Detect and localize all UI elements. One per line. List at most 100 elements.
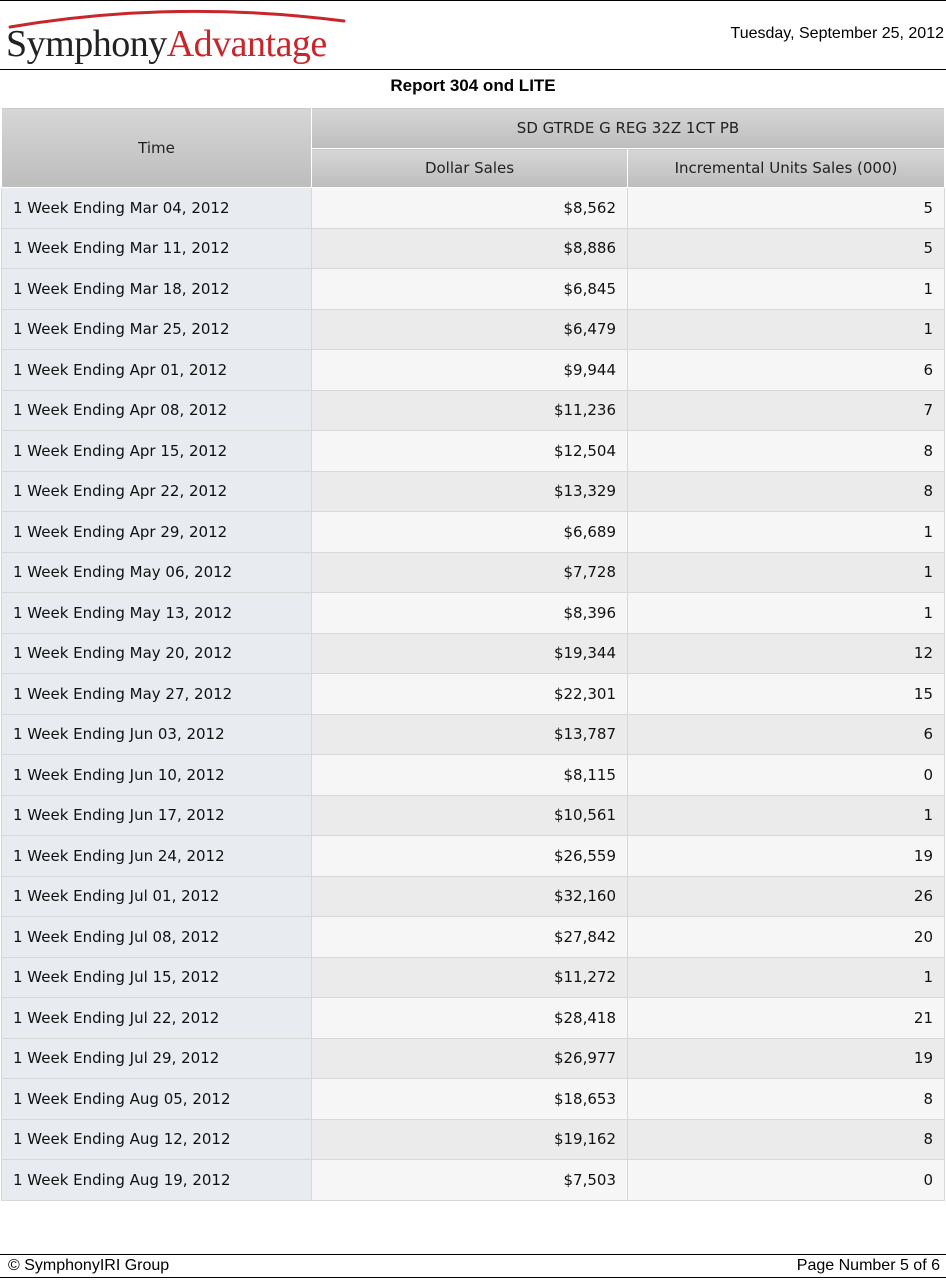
table-row: 1 Week Ending Jun 03, 2012 $13,787 6	[1, 713, 946, 755]
incremental-units-cell: 6	[626, 713, 946, 755]
logo-text-part2: Advantage	[166, 23, 328, 65]
table-row: 1 Week Ending Mar 18, 2012 $6,845 1	[1, 268, 946, 310]
incremental-units-cell: 26	[626, 875, 946, 917]
incremental-units-cell: 8	[626, 1118, 946, 1160]
time-cell: 1 Week Ending May 20, 2012	[1, 632, 312, 674]
table-row: 1 Week Ending Apr 29, 2012 $6,689 1	[1, 511, 946, 553]
table-row: 1 Week Ending Apr 08, 2012 $11,236 7	[1, 389, 946, 431]
dollar-sales-cell: $8,562	[311, 187, 628, 229]
table-row: 1 Week Ending Jul 29, 2012 $26,977 19	[1, 1037, 946, 1079]
dollar-sales-cell: $19,344	[311, 632, 628, 674]
report-date: Tuesday, September 25, 2012	[730, 25, 944, 42]
dollar-sales-cell: $6,479	[311, 308, 628, 350]
time-cell: 1 Week Ending Apr 22, 2012	[1, 470, 312, 512]
incremental-units-cell: 1	[626, 268, 946, 310]
table-row: 1 Week Ending Jun 24, 2012 $26,559 19	[1, 835, 946, 877]
time-cell: 1 Week Ending May 06, 2012	[1, 551, 312, 593]
page-header: SymphonyAdvantage Tuesday, September 25,…	[0, 0, 946, 70]
incremental-units-cell: 19	[626, 1037, 946, 1079]
table-row: 1 Week Ending Aug 19, 2012 $7,503 0	[1, 1159, 946, 1201]
incremental-units-cell: 8	[626, 470, 946, 512]
dollar-sales-cell: $6,845	[311, 268, 628, 310]
dollar-sales-cell: $28,418	[311, 997, 628, 1039]
incremental-units-cell: 1	[626, 956, 946, 998]
dollar-sales-cell: $18,653	[311, 1078, 628, 1120]
time-cell: 1 Week Ending Jul 08, 2012	[1, 916, 312, 958]
incremental-units-cell: 1	[626, 308, 946, 350]
incremental-units-cell: 19	[626, 835, 946, 877]
table-row: 1 Week Ending Mar 11, 2012 $8,886 5	[1, 227, 946, 269]
table-row: 1 Week Ending Mar 25, 2012 $6,479 1	[1, 308, 946, 350]
product-header: SD GTRDE G REG 32Z 1CT PB	[310, 107, 946, 149]
dollar-sales-cell: $32,160	[311, 875, 628, 917]
incremental-units-cell: 0	[626, 754, 946, 796]
incremental-units-cell: 0	[626, 1159, 946, 1201]
dollar-sales-cell: $8,115	[311, 754, 628, 796]
time-cell: 1 Week Ending Apr 29, 2012	[1, 511, 312, 553]
incremental-units-cell: 1	[626, 511, 946, 553]
logo-wordmark: SymphonyAdvantage	[6, 25, 327, 63]
table-row: 1 Week Ending Jul 08, 2012 $27,842 20	[1, 916, 946, 958]
incremental-units-cell: 8	[626, 1078, 946, 1120]
dollar-sales-cell: $11,272	[311, 956, 628, 998]
time-cell: 1 Week Ending Jun 17, 2012	[1, 794, 312, 836]
report-title: Report 304 ond LITE	[390, 76, 556, 95]
time-cell: 1 Week Ending Apr 08, 2012	[1, 389, 312, 431]
dollar-sales-cell: $22,301	[311, 673, 628, 715]
dollar-sales-cell: $13,329	[311, 470, 628, 512]
time-cell: 1 Week Ending Apr 15, 2012	[1, 430, 312, 472]
time-cell: 1 Week Ending May 27, 2012	[1, 673, 312, 715]
incremental-units-header: Incremental Units Sales (000)	[626, 148, 946, 188]
incremental-units-cell: 1	[626, 551, 946, 593]
incremental-units-cell: 7	[626, 389, 946, 431]
time-cell: 1 Week Ending Mar 04, 2012	[1, 187, 312, 229]
table-row: 1 Week Ending Mar 04, 2012 $8,562 5	[1, 187, 946, 229]
incremental-units-cell: 8	[626, 430, 946, 472]
table-row: 1 Week Ending May 20, 2012 $19,344 12	[1, 632, 946, 674]
incremental-units-cell: 1	[626, 794, 946, 836]
table-row: 1 Week Ending May 27, 2012 $22,301 15	[1, 673, 946, 715]
time-cell: 1 Week Ending Jul 29, 2012	[1, 1037, 312, 1079]
dollar-sales-cell: $13,787	[311, 713, 628, 755]
table-row: 1 Week Ending May 06, 2012 $7,728 1	[1, 551, 946, 593]
table-row: 1 Week Ending Jul 22, 2012 $28,418 21	[1, 997, 946, 1039]
incremental-units-cell: 5	[626, 187, 946, 229]
dollar-sales-cell: $26,559	[311, 835, 628, 877]
copyright-text: © SymphonyIRI Group	[8, 1257, 170, 1274]
table-row: 1 Week Ending Apr 15, 2012 $12,504 8	[1, 430, 946, 472]
time-cell: 1 Week Ending Aug 19, 2012	[1, 1159, 312, 1201]
dollar-sales-cell: $7,728	[311, 551, 628, 593]
symphony-advantage-logo: SymphonyAdvantage	[4, 5, 349, 69]
table-row: 1 Week Ending May 13, 2012 $8,396 1	[1, 592, 946, 634]
incremental-units-cell: 6	[626, 349, 946, 391]
page-number: Page Number 5 of 6	[796, 1257, 940, 1274]
table-row: 1 Week Ending Jul 15, 2012 $11,272 1	[1, 956, 946, 998]
time-cell: 1 Week Ending Jun 24, 2012	[1, 835, 312, 877]
incremental-units-cell: 5	[626, 227, 946, 269]
dollar-sales-cell: $9,944	[311, 349, 628, 391]
dollar-sales-cell: $11,236	[311, 389, 628, 431]
dollar-sales-cell: $7,503	[311, 1159, 628, 1201]
table-row: 1 Week Ending Aug 12, 2012 $19,162 8	[1, 1118, 946, 1160]
table-body: 1 Week Ending Mar 04, 2012 $8,562 5 1 Week …	[1, 187, 946, 1201]
table-row: 1 Week Ending Apr 01, 2012 $9,944 6	[1, 349, 946, 391]
time-cell: 1 Week Ending Jul 22, 2012	[1, 997, 312, 1039]
time-column-header: Time	[1, 107, 312, 188]
dollar-sales-cell: $10,561	[311, 794, 628, 836]
time-cell: 1 Week Ending Jun 10, 2012	[1, 754, 312, 796]
time-cell: 1 Week Ending Mar 18, 2012	[1, 268, 312, 310]
incremental-units-cell: 12	[626, 632, 946, 674]
page-footer: © SymphonyIRI Group Page Number 5 of 6	[0, 1254, 946, 1278]
dollar-sales-cell: $8,396	[311, 592, 628, 634]
table-row: 1 Week Ending Aug 05, 2012 $18,653 8	[1, 1078, 946, 1120]
table-row: 1 Week Ending Jul 01, 2012 $32,160 26	[1, 875, 946, 917]
dollar-sales-cell: $12,504	[311, 430, 628, 472]
dollar-sales-cell: $27,842	[311, 916, 628, 958]
table-row: 1 Week Ending Jun 10, 2012 $8,115 0	[1, 754, 946, 796]
dollar-sales-cell: $19,162	[311, 1118, 628, 1160]
dollar-sales-cell: $26,977	[311, 1037, 628, 1079]
time-cell: 1 Week Ending May 13, 2012	[1, 592, 312, 634]
incremental-units-cell: 21	[626, 997, 946, 1039]
incremental-units-cell: 20	[626, 916, 946, 958]
time-cell: 1 Week Ending Jun 03, 2012	[1, 713, 312, 755]
